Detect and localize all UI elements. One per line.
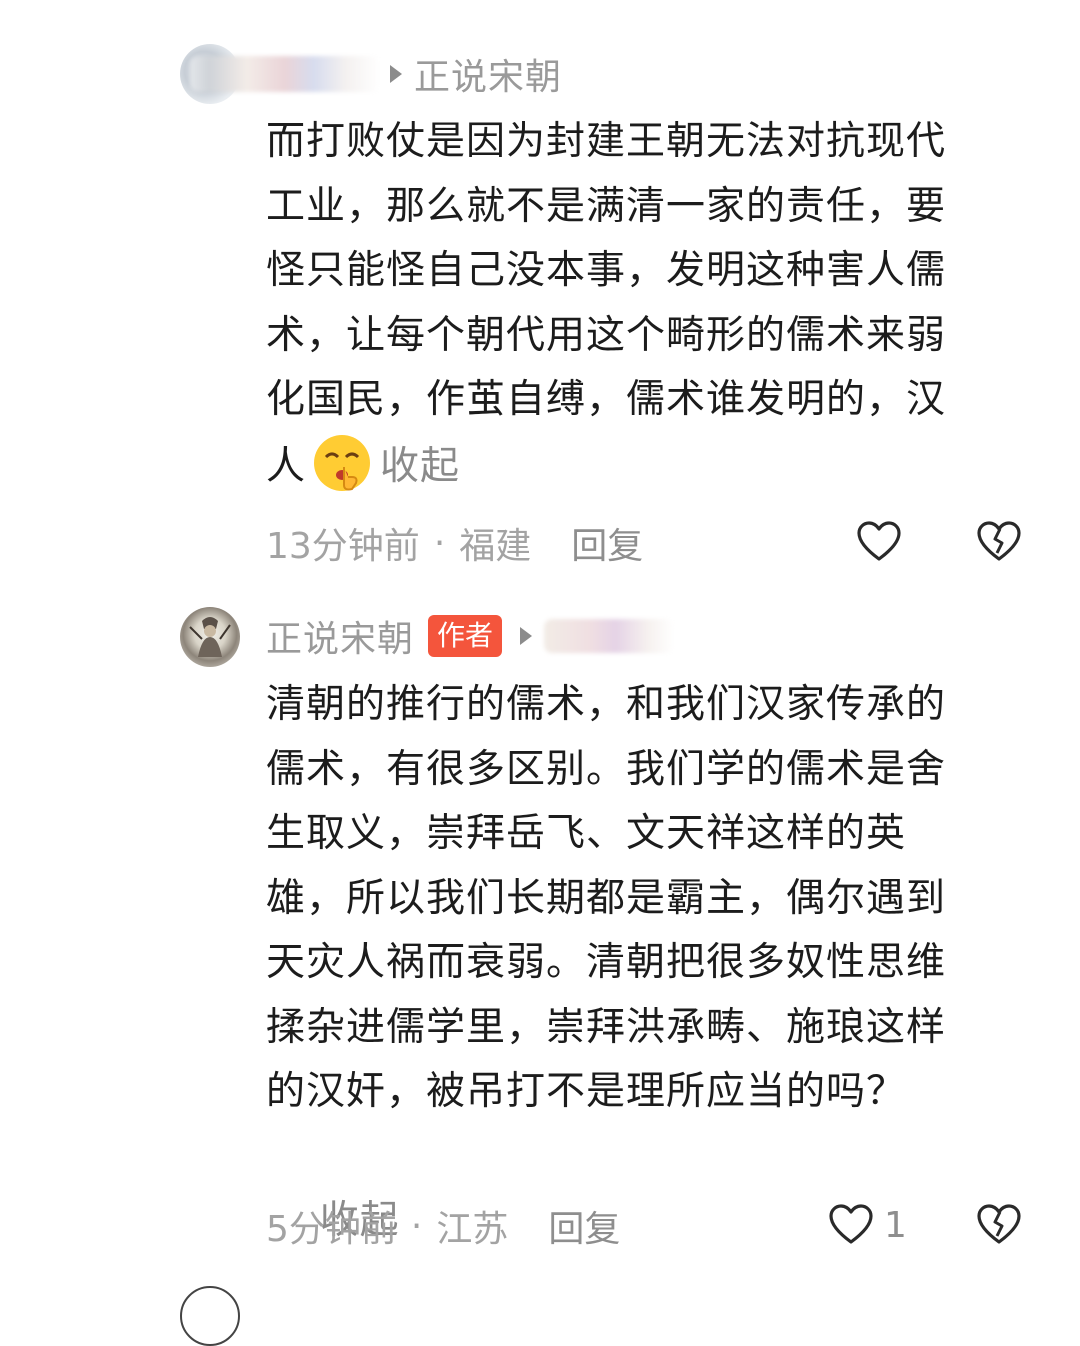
comment-header: 正说宋朝 作者: [266, 610, 675, 662]
collapse-button[interactable]: 收起: [380, 444, 460, 489]
reply-button[interactable]: 回复: [548, 1200, 620, 1252]
reply-arrow-icon: [520, 627, 533, 645]
like-button[interactable]: 1: [828, 1202, 907, 1248]
username[interactable]: 正说宋朝: [266, 610, 414, 662]
comment-meta: 5分钟前 · 江苏 回复: [266, 1201, 620, 1251]
warrior-avatar-icon: [189, 617, 231, 657]
broken-heart-icon: [977, 1204, 1021, 1244]
blurred-reply-target[interactable]: [544, 619, 675, 653]
dislike-button[interactable]: [976, 1202, 1022, 1248]
location: 福建: [459, 526, 532, 567]
comment-body: 而打败仗是因为封建王朝无法对抗现代 工业，那么就不是满清一家的责任，要 怪只能怪…: [266, 110, 1036, 499]
broken-heart-icon: [977, 521, 1021, 561]
blurred-username[interactable]: [190, 56, 380, 92]
shushing-face-emoji-icon: [314, 434, 371, 491]
location: 江苏: [436, 1209, 509, 1250]
heart-icon: [829, 1204, 873, 1244]
author-badge: 作者: [428, 615, 503, 657]
like-count: 1: [884, 1204, 907, 1246]
comment-meta: 13分钟前 · 福建 回复: [266, 518, 643, 568]
comment-body: 清朝的推行的儒术，和我们汉家传承的 儒术，有很多区别。我们学的儒术是舍 生取义，…: [266, 682, 947, 1114]
timestamp: 5分钟前: [266, 1209, 397, 1250]
like-button[interactable]: [856, 519, 912, 565]
reply-header: 正说宋朝: [190, 49, 562, 99]
reply-target-username[interactable]: 正说宋朝: [414, 48, 562, 100]
reply-arrow-icon: [390, 65, 402, 83]
heart-icon: [857, 521, 901, 561]
separator-dot: ·: [433, 522, 446, 564]
dislike-button[interactable]: [976, 519, 1022, 565]
avatar[interactable]: [180, 607, 240, 667]
next-comment-avatar[interactable]: [180, 1286, 240, 1346]
separator-dot: ·: [410, 1205, 423, 1247]
reply-button[interactable]: 回复: [571, 517, 643, 569]
timestamp: 13分钟前: [266, 526, 420, 567]
